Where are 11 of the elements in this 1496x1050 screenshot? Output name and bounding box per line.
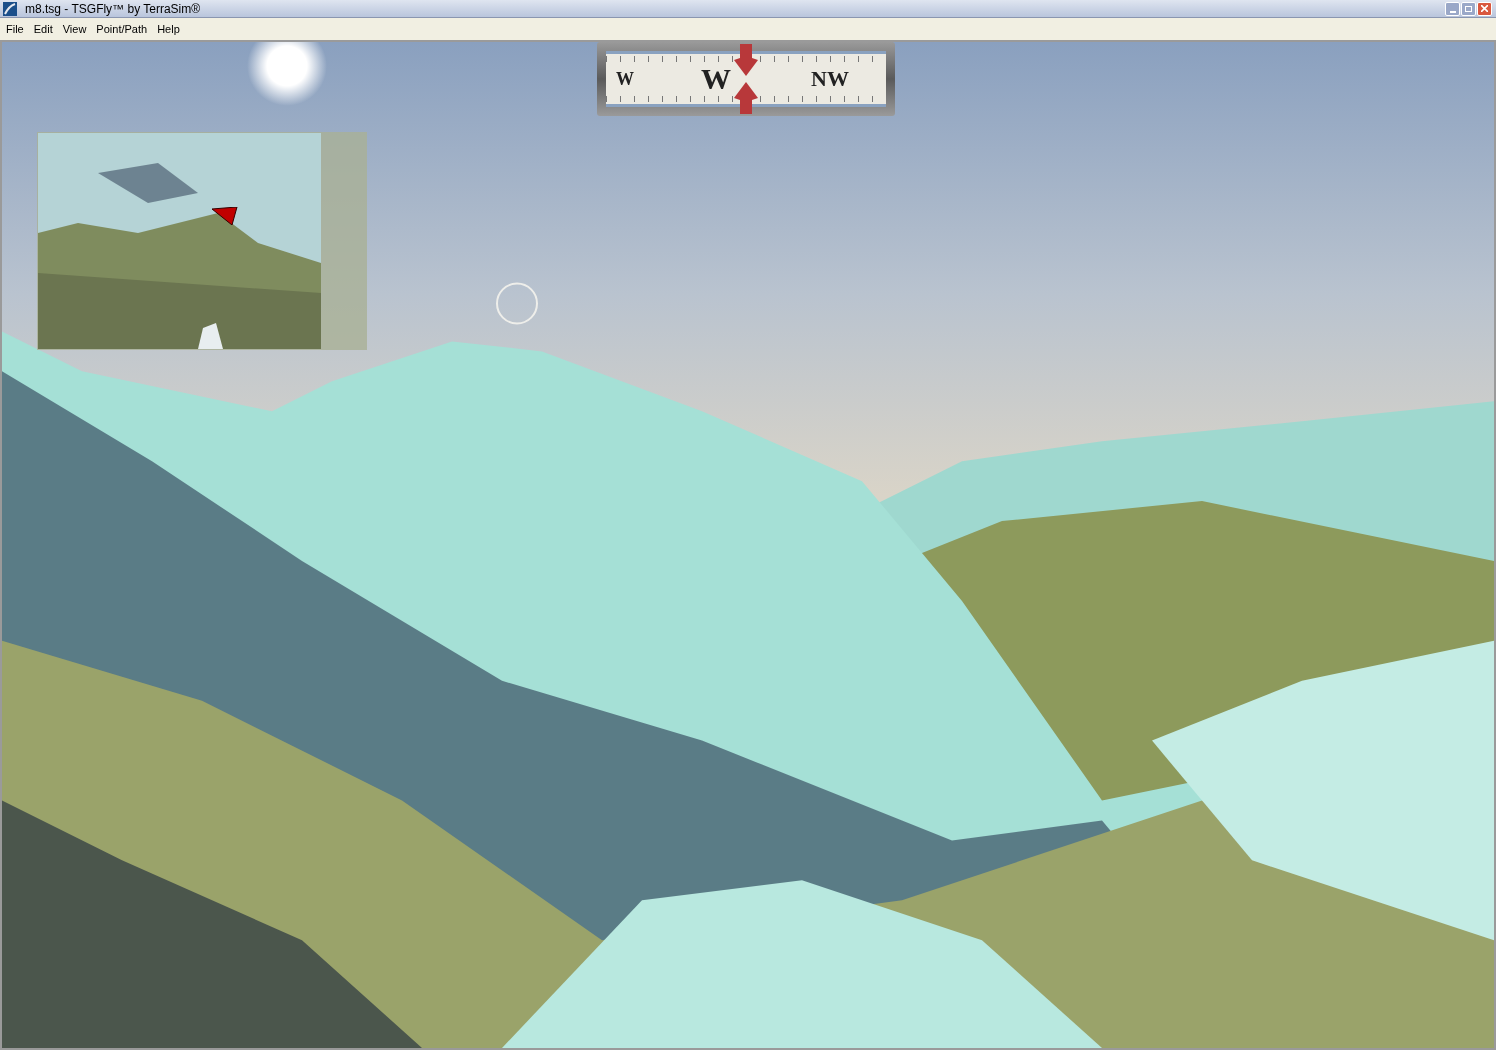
close-button[interactable]: [1477, 1, 1492, 16]
menu-item[interactable]: View: [57, 20, 92, 38]
window-title: m8.tsg - TSGFly™ by TerraSim®: [25, 0, 201, 18]
close-icon: [1481, 5, 1488, 12]
menu-item[interactable]: Edit: [28, 20, 58, 38]
menu-item[interactable]: File: [1, 20, 29, 38]
minimize-button[interactable]: [1445, 1, 1460, 16]
menu-item[interactable]: Point/Path: [91, 20, 153, 38]
app-icon: [3, 1, 17, 16]
restore-button[interactable]: [1461, 1, 1476, 16]
menu-item[interactable]: Help: [152, 20, 185, 38]
